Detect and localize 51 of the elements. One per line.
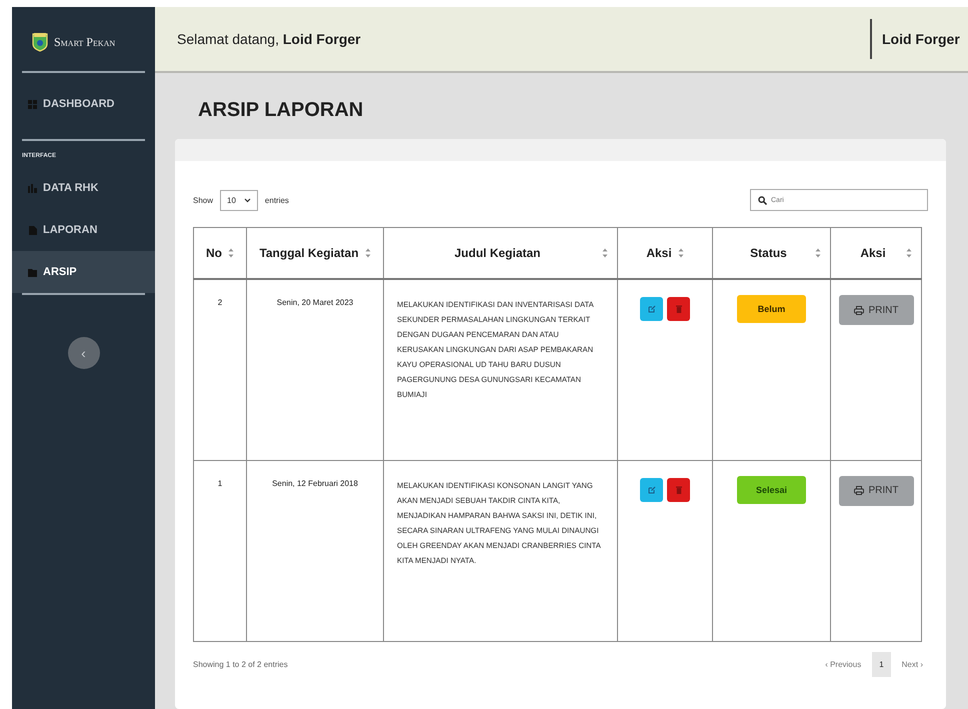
- column-header[interactable]: Tanggal Kegiatan: [259, 246, 359, 260]
- folder-icon: [28, 268, 37, 276]
- chevron-down-icon: [244, 198, 251, 202]
- column-header[interactable]: Status: [728, 246, 809, 260]
- search-icon: [758, 196, 767, 205]
- show-label: Show: [193, 196, 214, 204]
- page-title: ARSIP LAPORAN: [198, 99, 364, 123]
- column-header[interactable]: No: [206, 246, 222, 260]
- printer-icon: [854, 306, 864, 314]
- sort-icon: [602, 248, 608, 258]
- page-link[interactable]: ‹ Previous: [820, 652, 866, 676]
- sort-icon: [815, 248, 821, 258]
- table-info: Showing 1 to 2 of 2 entries: [193, 660, 288, 668]
- sort-icon: [678, 248, 684, 258]
- edit-button[interactable]: [640, 478, 663, 502]
- column-header[interactable]: Aksi: [646, 246, 672, 260]
- document-icon: [28, 226, 37, 234]
- page-link[interactable]: Next ›: [896, 652, 928, 676]
- status-badge: Selesai: [737, 476, 806, 504]
- page-link[interactable]: 1: [872, 652, 891, 676]
- sidebar-toggle-button[interactable]: ‹: [68, 337, 100, 369]
- sidebar-item[interactable]: DASHBOARD: [12, 83, 155, 125]
- entries-label: entries: [264, 196, 289, 204]
- entries-select[interactable]: 10: [220, 190, 258, 210]
- brand-name: Smart Pekan: [54, 34, 116, 50]
- column-header[interactable]: Aksi: [846, 246, 900, 260]
- delete-button[interactable]: [667, 478, 690, 502]
- sort-icon: [906, 248, 912, 258]
- trash-icon: [676, 305, 682, 313]
- chart-icon: [28, 184, 37, 192]
- welcome-text: Selamat datang, Loid Forger: [177, 31, 362, 47]
- edit-button[interactable]: [640, 297, 663, 321]
- sidebar-item[interactable]: ARSIP: [12, 251, 155, 293]
- grid-icon: [28, 100, 37, 108]
- crest-icon: [32, 32, 48, 52]
- sort-icon: [228, 248, 234, 258]
- edit-icon: [648, 305, 656, 313]
- sidebar-item[interactable]: DATA RHK: [12, 167, 155, 209]
- print-button[interactable]: PRINT: [838, 295, 914, 325]
- printer-icon: [854, 486, 864, 495]
- table-cell: 1: [218, 478, 222, 488]
- edit-icon: [648, 486, 656, 494]
- sort-icon: [364, 248, 371, 258]
- status-badge: Belum: [737, 295, 806, 323]
- user-name[interactable]: Loid Forger: [882, 31, 968, 47]
- sidebar-item[interactable]: LAPORAN: [12, 209, 155, 251]
- print-button[interactable]: PRINT: [838, 476, 914, 506]
- table-cell: 2: [218, 298, 222, 307]
- table-cell: Senin, 12 Februari 2018: [272, 478, 358, 488]
- table-cell: Senin, 20 Maret 2023: [276, 298, 354, 307]
- trash-icon: [676, 486, 682, 494]
